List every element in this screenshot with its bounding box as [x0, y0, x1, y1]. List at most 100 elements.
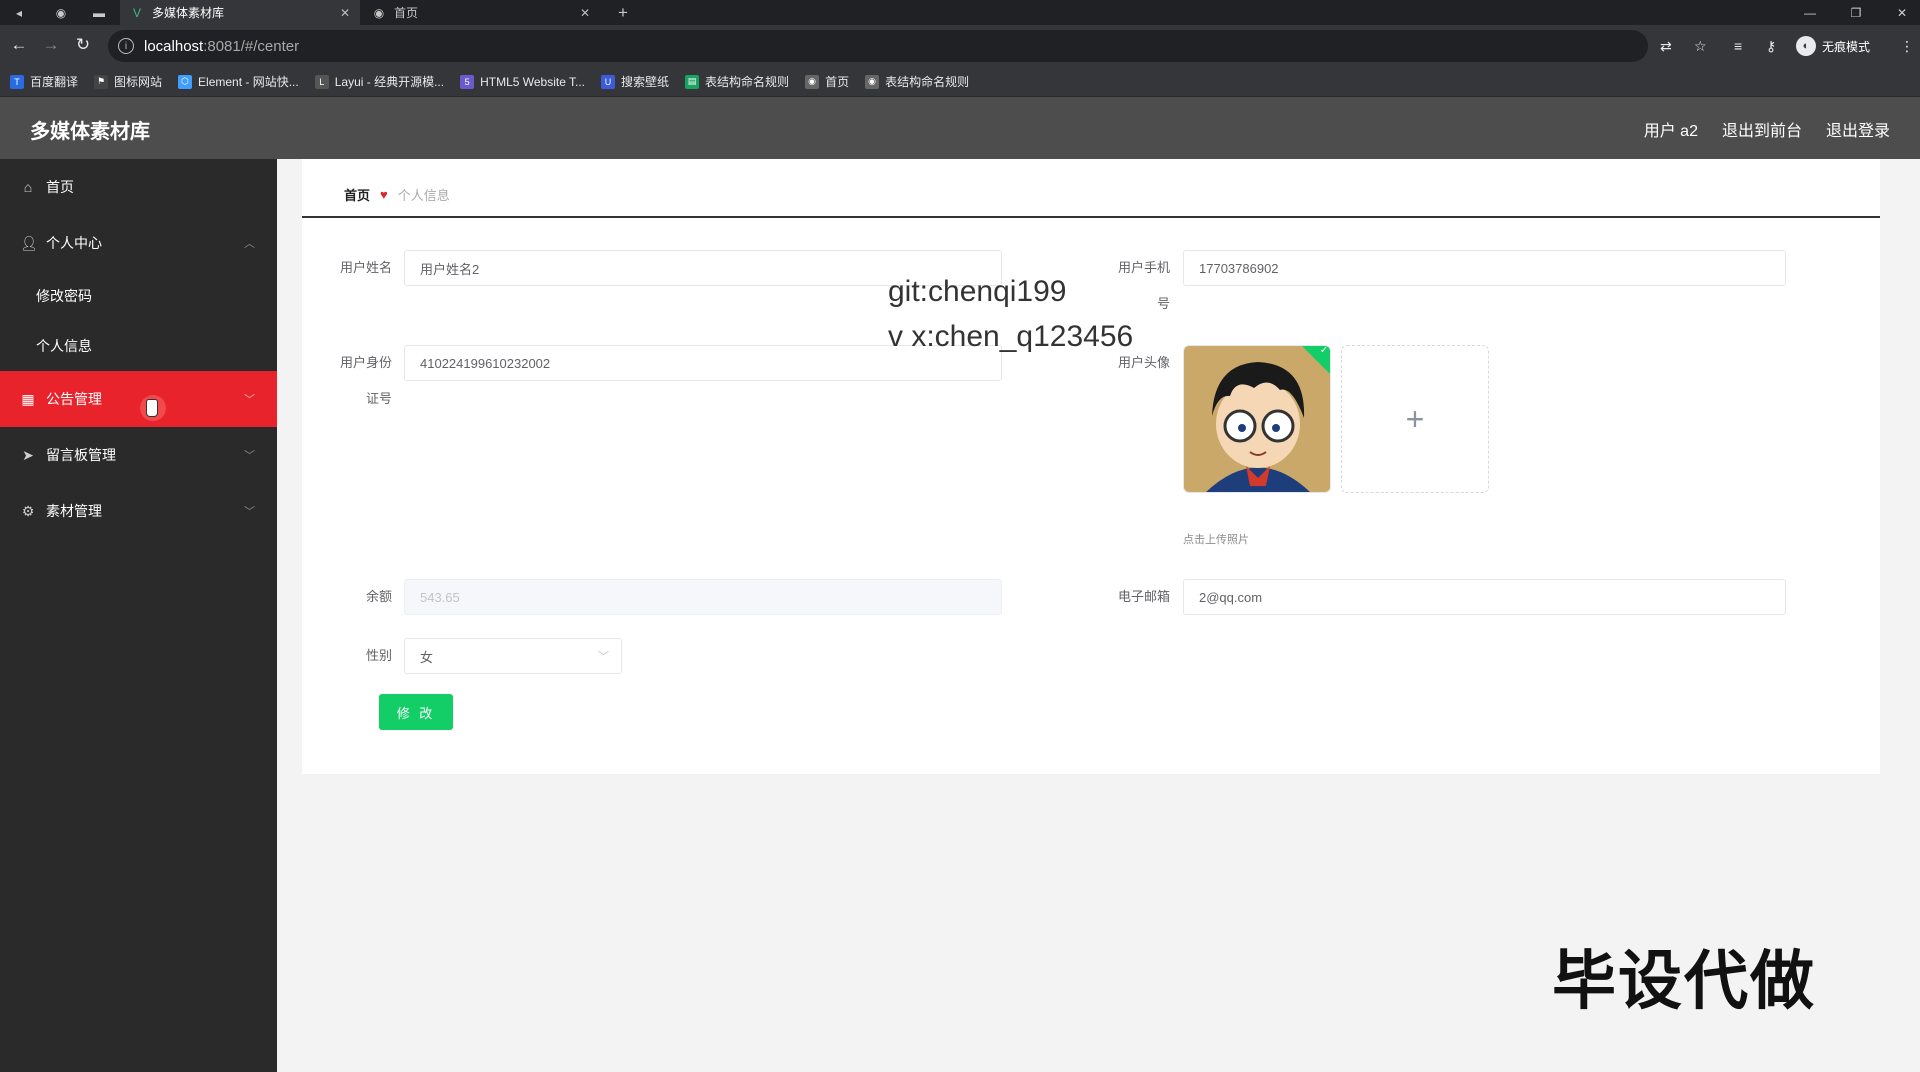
element-icon: ⬡ — [178, 74, 193, 89]
calendar-icon: ▦ — [21, 390, 35, 407]
watermark-big: 毕设代做 — [1552, 945, 1816, 1019]
gender-select[interactable]: 女 ﹀ — [404, 638, 622, 674]
header-links: 用户 a2 退出到前台 退出登录 — [1644, 117, 1890, 141]
id-label: 用户身份 — [339, 355, 392, 370]
bookmarks-bar: T 百度翻译 ⚑ 图标网站 ⬡ Element - 网站快... L Layui - 经… — [0, 67, 1920, 97]
bookmark-item[interactable]: ▤ 表结构命名规则 — [685, 73, 789, 90]
sidebar-item-label: 修改密码 — [36, 288, 92, 304]
tab-audio-icon[interactable]: ◂ — [4, 0, 34, 25]
url-input[interactable]: i localhost :8081/#/center — [108, 30, 1648, 62]
sheet-icon: ▤ — [685, 74, 700, 89]
chevron-down-icon: ﹀ — [244, 450, 255, 462]
globe-icon: ◉ — [373, 5, 385, 20]
user-icon: 👤︎ — [20, 234, 38, 251]
phone-label-cont: 号 — [1156, 296, 1170, 311]
mouse-cursor — [140, 395, 166, 421]
chevron-down-icon: ﹀ — [244, 506, 255, 518]
gender-label: 性别 — [365, 648, 392, 663]
submit-button[interactable]: 修 改 — [379, 694, 453, 730]
breadcrumb-divider — [302, 216, 1880, 218]
avatar[interactable]: ✓ — [1183, 345, 1331, 493]
globe-icon[interactable]: ◉ — [46, 0, 76, 25]
user-name[interactable]: 用户 a2 — [1644, 117, 1698, 141]
sidebar-item-notices[interactable]: ▦ 公告管理 ﹀ — [0, 371, 277, 427]
tab-home[interactable]: ◉ 首页 ✕ — [362, 0, 600, 25]
url-host: localhost — [144, 37, 204, 55]
breadcrumb: 首页 ♥ 个人信息 — [344, 185, 450, 204]
bookmark-item[interactable]: U 搜索壁纸 — [601, 73, 669, 90]
minimize-icon[interactable]: — — [1790, 0, 1830, 25]
bookmark-item[interactable]: T 百度翻译 — [10, 73, 78, 90]
home-icon: ⌂ — [23, 179, 33, 195]
check-icon: ✓ — [1319, 345, 1329, 356]
breadcrumb-home[interactable]: 首页 — [344, 185, 370, 204]
breadcrumb-current: 个人信息 — [397, 188, 450, 203]
vue-icon: V — [132, 5, 141, 20]
bookmark-star-icon[interactable]: ☆ — [1694, 35, 1707, 57]
address-bar-row: ← → ↻ i localhost :8081/#/center ⇄ ☆ ≡ ⚷… — [0, 25, 1920, 67]
reload-icon[interactable]: ↻ — [72, 34, 94, 56]
plus-icon: + — [1405, 400, 1425, 437]
sidebar-item-label: 首页 — [46, 179, 74, 195]
sidebar-item-messages[interactable]: ➤ 留言板管理 ﹀ — [0, 427, 277, 483]
info-icon[interactable]: i — [118, 38, 134, 54]
send-icon: ➤ — [22, 446, 34, 463]
email-label: 电子邮箱 — [1117, 589, 1170, 604]
brand-title: 多媒体素材库 — [30, 121, 150, 143]
new-tab-button[interactable]: + — [608, 0, 638, 25]
globe-icon: ◉ — [865, 74, 880, 89]
gender-value: 女 — [420, 649, 434, 665]
forward-icon[interactable]: → — [40, 34, 62, 56]
app-header: 多媒体素材库 用户 a2 退出到前台 退出登录 — [0, 97, 1920, 159]
url-path: :8081/#/center — [203, 37, 300, 55]
more-menu-icon[interactable]: ⋮ — [1900, 35, 1914, 57]
incognito-label: 无痕模式 — [1822, 39, 1871, 54]
back-to-front-link[interactable]: 退出到前台 — [1722, 117, 1802, 141]
balance-label: 余额 — [365, 589, 392, 604]
bookmark-item[interactable]: ◉ 首页 — [805, 73, 849, 90]
sidebar-item-label: 公告管理 — [46, 391, 102, 407]
sidebar-item-materials[interactable]: ⚙ 素材管理 ﹀ — [0, 483, 277, 539]
logout-link[interactable]: 退出登录 — [1826, 117, 1890, 141]
sidebar-item-change-password[interactable]: 修改密码 — [0, 271, 277, 321]
translate-page-icon[interactable]: ⇄ — [1660, 35, 1672, 57]
phone-label: 用户手机 — [1117, 260, 1170, 275]
avatar-image — [1184, 346, 1330, 492]
bookmark-item[interactable]: ◉ 表结构命名规则 — [865, 73, 969, 90]
upload-button[interactable]: + — [1341, 345, 1489, 493]
close-icon[interactable]: ✕ — [580, 6, 590, 20]
sidebar-item-personal-center[interactable]: 👤︎ 个人中心 ︿ — [0, 215, 277, 271]
flag-icon: ⚑ — [94, 74, 109, 89]
tab-current[interactable]: V 多媒体素材库 ✕ — [120, 0, 360, 25]
sidebar: ⌂ 首页 👤︎ 个人中心 ︿ 修改密码 个人信息 ▦ 公告管理 ﹀ ➤ 留言板管… — [0, 159, 277, 1072]
reading-list-icon[interactable]: ≡ — [1734, 35, 1742, 57]
chevron-down-icon: ﹀ — [598, 651, 609, 663]
browser-tab-bar: ◂ ◉ ▬ V 多媒体素材库 ✕ ◉ 首页 ✕ + — ❐ ✕ — [0, 0, 1920, 25]
id-label-cont: 证号 — [365, 391, 392, 406]
layui-icon: L — [314, 74, 329, 89]
tab-window-icon[interactable]: ▬ — [84, 0, 114, 25]
chevron-down-icon: ﹀ — [244, 394, 255, 406]
watermark-line-2: v x:chen_q123456 — [888, 320, 1134, 353]
name-label: 用户姓名 — [339, 260, 392, 275]
bookmark-item[interactable]: L Layui - 经典开源模... — [314, 73, 444, 90]
incognito-icon: ◐ — [1796, 36, 1816, 56]
upload-tip: 点击上传照片 — [1183, 534, 1249, 546]
sidebar-item-home[interactable]: ⌂ 首页 — [0, 159, 277, 215]
bookmark-item[interactable]: 5 HTML5 Website T... — [460, 74, 585, 89]
back-icon[interactable]: ← — [8, 34, 30, 56]
restore-icon[interactable]: ❐ — [1836, 0, 1876, 25]
sidebar-item-personal-info[interactable]: 个人信息 — [0, 321, 277, 371]
globe-icon: ◉ — [805, 74, 820, 89]
wallpaper-icon: U — [601, 74, 616, 89]
phone-input[interactable]: 17703786902 — [1183, 250, 1786, 286]
email-input[interactable]: 2@qq.com — [1183, 579, 1786, 615]
sidebar-item-label: 个人信息 — [36, 338, 92, 354]
window-close-icon[interactable]: ✕ — [1882, 0, 1920, 25]
watermark-line-1: git:chenqi199 — [888, 275, 1067, 308]
key-icon[interactable]: ⚷ — [1766, 35, 1776, 57]
bookmark-item[interactable]: ⬡ Element - 网站快... — [178, 73, 299, 90]
close-icon[interactable]: ✕ — [340, 6, 350, 20]
incognito-badge[interactable]: ◐ 无痕模式 — [1796, 33, 1870, 59]
bookmark-item[interactable]: ⚑ 图标网站 — [94, 73, 162, 90]
